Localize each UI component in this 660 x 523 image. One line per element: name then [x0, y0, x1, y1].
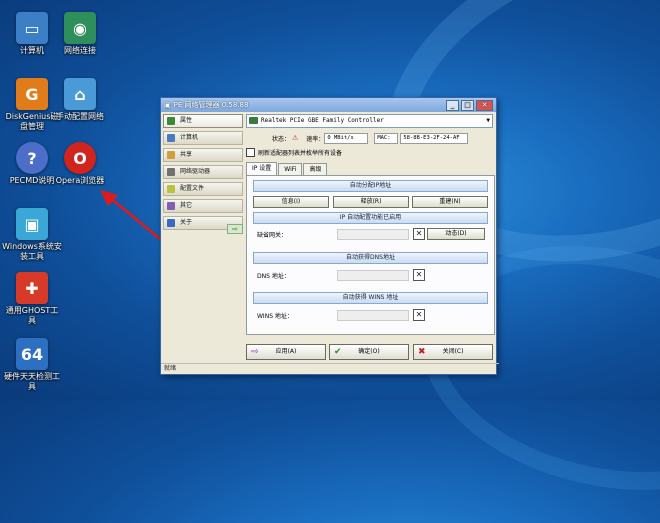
nav-item-label: 关于: [180, 219, 193, 226]
wins-field[interactable]: [337, 310, 409, 321]
connection-status-icon: ⚠: [292, 134, 299, 142]
computer-icon: [167, 134, 175, 142]
nav-item-other[interactable]: 其它: [163, 199, 243, 213]
info-icon: [167, 219, 175, 227]
apply-button[interactable]: ⇨ 应用(A): [246, 344, 326, 360]
nav-item-label: 计算机: [180, 134, 199, 141]
check-icon: ✔: [334, 347, 342, 357]
refresh-row[interactable]: 刷新适配器列表并枚举所有设备: [246, 148, 493, 157]
status-label: 状态：: [272, 135, 291, 143]
nav-item-profiles[interactable]: 配置文件: [163, 182, 243, 196]
main-panel: Realtek PCIe GBE Family Controller ▼ 状态：…: [246, 114, 495, 335]
gateway-field[interactable]: [337, 229, 409, 240]
nav-item-share[interactable]: 共享: [163, 148, 243, 162]
ok-label: 确定(O): [358, 348, 380, 355]
tab-advanced[interactable]: 高级: [303, 163, 328, 175]
other-icon: [167, 202, 175, 210]
dns-label: DNS 地址：: [257, 273, 290, 280]
mac-value: 58-8B-E3-2F-24-AF: [400, 132, 469, 144]
adapter-icon: [249, 117, 258, 124]
renew-button[interactable]: 重建(N): [412, 196, 488, 208]
maximize-button[interactable]: □: [461, 99, 474, 111]
tab-wifi[interactable]: WiFi: [278, 163, 303, 175]
app-icon: ▣: [164, 101, 171, 109]
ok-button[interactable]: ✔ 确定(O): [329, 344, 409, 360]
tab-bar: IP 设置 WiFi 高级: [246, 162, 493, 175]
profile-icon: [167, 185, 175, 193]
auto-dns-toggle[interactable]: 自动获得DNS地址: [253, 252, 488, 264]
gateway-clear-icon[interactable]: ✕: [413, 228, 425, 240]
nav-item-label: 网络驱动器: [180, 168, 211, 175]
refresh-label: 刷新适配器列表并枚举所有设备: [258, 150, 343, 157]
nav-item-label: 属性: [180, 117, 193, 124]
close-icon[interactable]: ✕: [476, 99, 493, 111]
mac-label: MAC:: [374, 132, 399, 144]
release-button[interactable]: 释放(R): [333, 196, 409, 208]
minimize-button[interactable]: _: [446, 99, 459, 111]
adapter-name: Realtek PCIe GBE Family Controller: [261, 117, 384, 124]
adapter-select[interactable]: Realtek PCIe GBE Family Controller ▼: [246, 114, 493, 128]
adapter-status-row: 状态： ⚠ 速率： 0 MBit/s MAC: 58-8B-E3-2F-24-A…: [246, 132, 493, 144]
info-button[interactable]: 信息(I): [253, 196, 329, 208]
properties-icon: [167, 117, 175, 125]
auto-ip-toggle[interactable]: 自动分配IP地址: [253, 180, 488, 192]
gateway-label: 缺省网关：: [257, 232, 288, 239]
status-bar: 就绪: [161, 363, 499, 374]
refresh-checkbox[interactable]: [246, 148, 255, 157]
wins-clear-icon[interactable]: ✕: [413, 309, 425, 321]
tab-ip-settings[interactable]: IP 设置: [246, 162, 278, 175]
apply-icon: ⇨: [251, 347, 259, 357]
collapse-arrow-icon[interactable]: ⇨: [227, 224, 243, 234]
share-icon: [167, 151, 175, 159]
ip-settings-panel: 自动分配IP地址 信息(I) 释放(R) 重建(N) IP 自动配置功能已启用 …: [246, 175, 495, 335]
speed-value: 0 MBit/s: [324, 132, 369, 144]
ip-auto-config-bar[interactable]: IP 自动配置功能已启用: [253, 212, 488, 224]
speed-label: 速率：: [306, 135, 325, 143]
dns-field[interactable]: [337, 270, 409, 281]
nav-list: 属性 计算机 共享 网络驱动器 配置文件 其它 关于: [163, 114, 243, 233]
chevron-down-icon[interactable]: ▼: [486, 115, 490, 127]
nav-item-label: 配置文件: [180, 185, 205, 192]
window-title: PE 网络管理器 0.58.88: [173, 101, 249, 109]
nav-item-network-drive[interactable]: 网络驱动器: [163, 165, 243, 179]
title-bar[interactable]: ▣ PE 网络管理器 0.58.88 _ □ ✕: [161, 98, 496, 112]
nav-item-properties[interactable]: 属性: [163, 114, 243, 128]
nav-item-computer[interactable]: 计算机: [163, 131, 243, 145]
dns-clear-icon[interactable]: ✕: [413, 269, 425, 281]
apply-label: 应用(A): [275, 348, 297, 355]
drive-icon: [167, 168, 175, 176]
close-label: 关闭(C): [442, 348, 464, 355]
nav-item-label: 其它: [180, 202, 193, 209]
dynamic-button[interactable]: 动态(D): [427, 228, 485, 240]
wins-label: WINS 地址：: [257, 313, 293, 320]
close-icon: ✖: [418, 347, 426, 357]
network-manager-window: ▣ PE 网络管理器 0.58.88 _ □ ✕ 属性 计算机 共享 网络驱动器…: [160, 97, 499, 375]
close-button[interactable]: ✖ 关闭(C): [413, 344, 493, 360]
nav-item-label: 共享: [180, 151, 193, 158]
auto-wins-toggle[interactable]: 自动获得 WINS 地址: [253, 292, 488, 304]
